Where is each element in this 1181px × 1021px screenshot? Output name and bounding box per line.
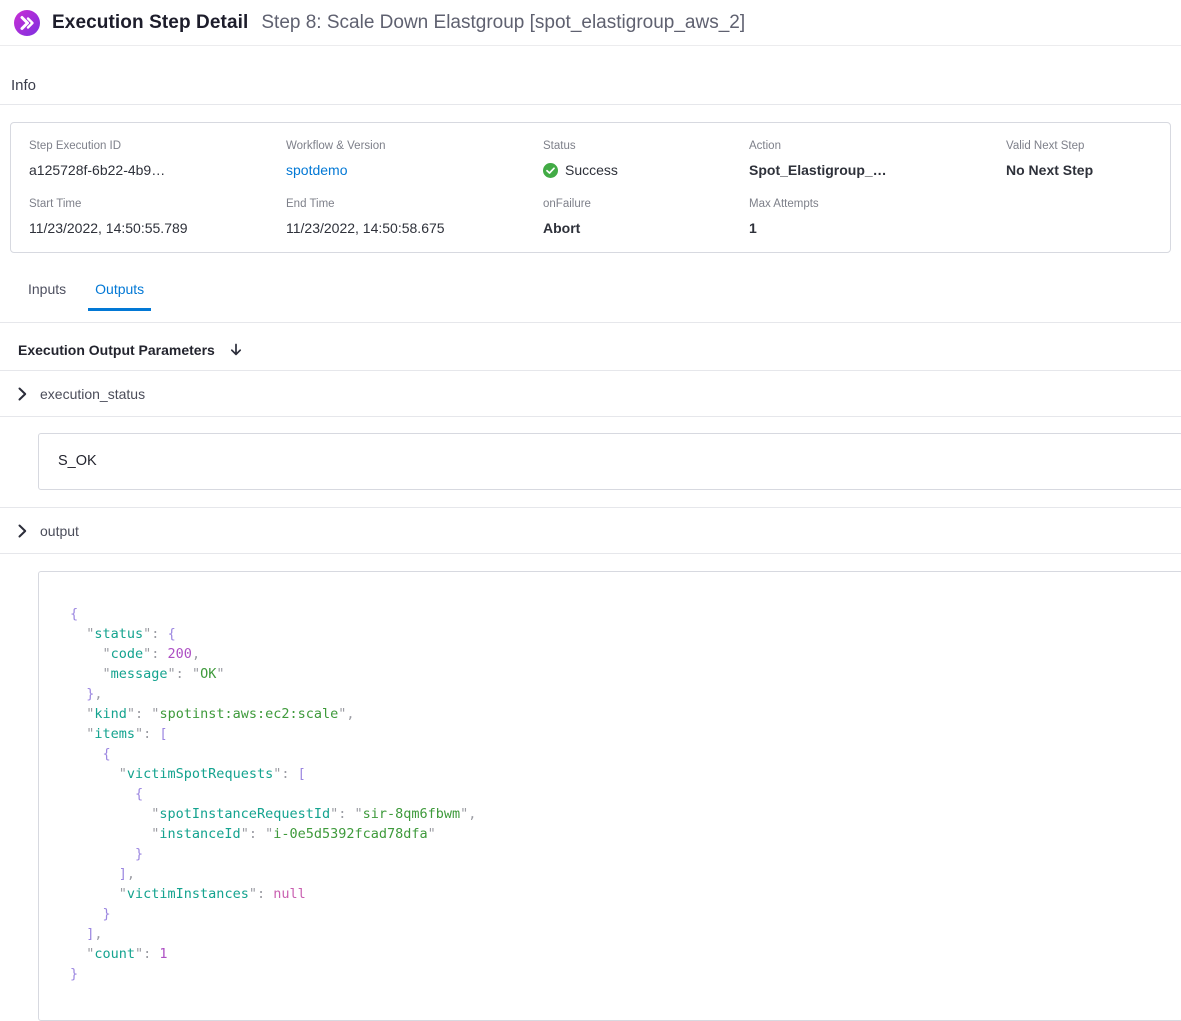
- output-json-box: { "status": { "code": 200, "message": "O…: [38, 571, 1181, 1021]
- field-label: Start Time: [29, 198, 286, 210]
- field-value: a125728f-6b22-4b9…: [29, 162, 286, 178]
- field-label: Workflow & Version: [286, 140, 543, 152]
- arrow-down-icon[interactable]: [228, 342, 244, 358]
- app-logo-icon: [13, 9, 41, 37]
- check-circle-icon: [543, 163, 558, 178]
- field-start-time: Start Time 11/23/2022, 14:50:55.789: [29, 198, 286, 236]
- field-action: Action Spot_Elastigroup_…: [749, 140, 1006, 178]
- app-header: Execution Step Detail Step 8: Scale Down…: [0, 0, 1181, 46]
- page-subtitle: Step 8: Scale Down Elastgroup [spot_elas…: [261, 12, 745, 34]
- tab-outputs[interactable]: Outputs: [88, 281, 151, 311]
- field-max-attempts: Max Attempts 1: [749, 198, 1006, 236]
- field-label: Max Attempts: [749, 198, 1006, 210]
- field-value: 11/23/2022, 14:50:55.789: [29, 220, 286, 236]
- chevron-right-icon: [18, 387, 27, 401]
- execution-status-value: S_OK: [58, 453, 97, 469]
- workflow-link[interactable]: spotdemo: [286, 162, 543, 178]
- field-end-time: End Time 11/23/2022, 14:50:58.675: [286, 198, 543, 236]
- field-label: onFailure: [543, 198, 749, 210]
- field-label: Action: [749, 140, 1006, 152]
- field-value: Abort: [543, 220, 749, 236]
- param-row-execution-status[interactable]: execution_status: [0, 371, 1181, 417]
- info-card: Step Execution ID a125728f-6b22-4b9… Wor…: [10, 122, 1171, 253]
- execution-output-parameters-title: Execution Output Parameters: [18, 342, 215, 358]
- field-value: 11/23/2022, 14:50:58.675: [286, 220, 543, 236]
- field-status: Status Success: [543, 140, 749, 178]
- param-name: output: [40, 523, 79, 539]
- status-text: Success: [565, 162, 618, 178]
- field-label: End Time: [286, 198, 543, 210]
- field-step-execution-id: Step Execution ID a125728f-6b22-4b9…: [29, 140, 286, 178]
- field-value: No Next Step: [1006, 162, 1152, 178]
- execution-output-parameters-header: Execution Output Parameters: [0, 323, 1181, 371]
- execution-status-value-box: S_OK: [38, 433, 1181, 490]
- page-title: Execution Step Detail: [52, 12, 248, 34]
- field-label: Step Execution ID: [29, 140, 286, 152]
- param-name: execution_status: [40, 386, 145, 402]
- chevron-right-icon: [18, 524, 27, 538]
- tab-inputs[interactable]: Inputs: [21, 281, 73, 311]
- field-on-failure: onFailure Abort: [543, 198, 749, 236]
- field-workflow-version: Workflow & Version spotdemo: [286, 140, 543, 178]
- field-valid-next-step: Valid Next Step No Next Step: [1006, 140, 1152, 178]
- field-value: 1: [749, 220, 1006, 236]
- status-badge: Success: [543, 162, 749, 178]
- param-row-output[interactable]: output: [0, 508, 1181, 554]
- output-json-code: { "status": { "code": 200, "message": "O…: [70, 604, 1181, 984]
- field-label: Valid Next Step: [1006, 140, 1152, 152]
- info-section-title: Info: [0, 46, 1181, 105]
- inputs-outputs-tabs: Inputs Outputs: [0, 281, 1181, 311]
- field-label: Status: [543, 140, 749, 152]
- field-value: Spot_Elastigroup_…: [749, 162, 1006, 178]
